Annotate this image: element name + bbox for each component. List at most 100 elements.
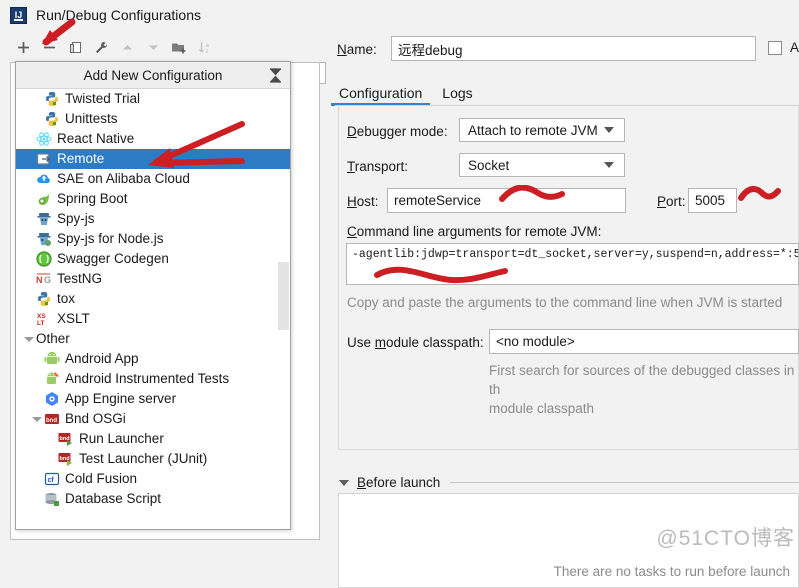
sort-alphabetically-icon[interactable]: az bbox=[192, 35, 218, 59]
transport-select[interactable]: Socket bbox=[459, 153, 625, 177]
chevron-down-icon[interactable] bbox=[339, 479, 349, 486]
svg-text:XS: XS bbox=[37, 313, 46, 320]
list-item-label: Android Instrumented Tests bbox=[65, 371, 230, 386]
add-configuration-button[interactable] bbox=[10, 35, 36, 59]
tree-twisty-spacer bbox=[44, 453, 57, 466]
android-icon bbox=[44, 351, 60, 367]
list-item[interactable]: Remote bbox=[16, 149, 290, 169]
command-line-textarea[interactable]: -agentlib:jdwp=transport=dt_socket,serve… bbox=[346, 243, 799, 285]
command-line-hint: Copy and paste the arguments to the comm… bbox=[347, 295, 783, 310]
svg-text:N: N bbox=[36, 275, 43, 285]
coldfusion-icon: cf bbox=[44, 471, 60, 487]
list-item[interactable]: Database Script bbox=[16, 489, 290, 509]
list-item-label: Swagger Codegen bbox=[57, 251, 169, 266]
host-input[interactable]: remoteService bbox=[387, 188, 626, 213]
tree-twisty-spacer bbox=[30, 113, 43, 126]
svg-text:z: z bbox=[205, 49, 208, 55]
list-item[interactable]: Spring Boot bbox=[16, 189, 290, 209]
cloud-icon bbox=[36, 171, 52, 187]
list-item[interactable]: tox bbox=[16, 289, 290, 309]
list-item-label: Android App bbox=[65, 351, 139, 366]
popup-header: Add New Configuration bbox=[16, 62, 290, 89]
list-item[interactable]: bnd Test Launcher (JUnit) bbox=[16, 449, 290, 469]
testng-icon: NG bbox=[36, 271, 52, 287]
list-item-label: Spy-js bbox=[57, 211, 95, 226]
before-launch-header[interactable]: Before launch bbox=[339, 475, 799, 490]
popup-scrollbar-thumb[interactable] bbox=[278, 262, 289, 330]
list-item[interactable]: Android App bbox=[16, 349, 290, 369]
remote-icon bbox=[36, 151, 52, 167]
tree-twisty-icon[interactable] bbox=[22, 333, 35, 346]
python-icon bbox=[44, 111, 60, 127]
intellij-idea-logo-icon bbox=[10, 6, 27, 24]
tab-logs[interactable]: Logs bbox=[438, 85, 476, 106]
list-item[interactable]: SAE on Alibaba Cloud bbox=[16, 169, 290, 189]
list-item[interactable]: React Native bbox=[16, 129, 290, 149]
list-item[interactable]: Spy-js for Node.js bbox=[16, 229, 290, 249]
move-down-arrow-icon[interactable] bbox=[140, 35, 166, 59]
tree-twisty-spacer bbox=[22, 133, 35, 146]
svg-text:cf: cf bbox=[48, 477, 55, 484]
remove-configuration-button[interactable] bbox=[36, 35, 62, 59]
spyjs-icon bbox=[36, 211, 52, 227]
list-item[interactable]: Unittests bbox=[16, 109, 290, 129]
module-classpath-select[interactable]: <no module> bbox=[489, 329, 799, 354]
copy-configuration-button[interactable] bbox=[62, 35, 88, 59]
checkbox-box[interactable] bbox=[768, 40, 782, 55]
allow-parallel-run-checkbox[interactable]: Allo bbox=[768, 40, 799, 55]
list-item[interactable]: Spy-js bbox=[16, 209, 290, 229]
expand-collapse-icon[interactable] bbox=[268, 67, 283, 84]
tree-twisty-spacer bbox=[30, 93, 43, 106]
xslt-icon: XS LT bbox=[36, 311, 52, 327]
list-item[interactable]: Twisted Trial bbox=[16, 89, 290, 109]
tree-twisty-spacer bbox=[30, 393, 43, 406]
name-input[interactable]: 远程debug bbox=[391, 36, 756, 61]
configurations-toolbar: az bbox=[10, 34, 218, 60]
module-classpath-label: Use module classpath: bbox=[347, 335, 484, 350]
move-up-arrow-icon[interactable] bbox=[114, 35, 140, 59]
list-item-label: Bnd OSGi bbox=[65, 411, 126, 426]
python-icon bbox=[36, 291, 52, 307]
new-folder-icon[interactable] bbox=[166, 35, 192, 59]
before-launch-divider bbox=[450, 482, 799, 483]
tree-twisty-spacer bbox=[22, 193, 35, 206]
list-item[interactable]: Other bbox=[16, 329, 290, 349]
popup-scrollbar[interactable] bbox=[278, 90, 289, 529]
debugger-mode-select[interactable]: Attach to remote JVM bbox=[459, 118, 625, 142]
list-item-label: Unittests bbox=[65, 111, 118, 126]
port-input[interactable]: 5005 bbox=[688, 188, 737, 213]
list-item[interactable]: Swagger Codegen bbox=[16, 249, 290, 269]
list-item[interactable]: bnd Run Launcher bbox=[16, 429, 290, 449]
list-item[interactable]: cf Cold Fusion bbox=[16, 469, 290, 489]
tree-twisty-icon[interactable] bbox=[30, 413, 43, 426]
transport-label: Transport: bbox=[347, 159, 409, 174]
tree-twisty-spacer bbox=[30, 473, 43, 486]
list-item[interactable]: XS LT XSLT bbox=[16, 309, 290, 329]
list-item-label: TestNG bbox=[57, 271, 103, 286]
configuration-type-list[interactable]: Twisted Trial Unittests React Native Remote… bbox=[16, 89, 290, 529]
react-icon bbox=[36, 131, 52, 147]
list-item-label: Test Launcher (JUnit) bbox=[79, 451, 208, 466]
tab-configuration[interactable]: Configuration bbox=[330, 85, 431, 106]
list-item[interactable]: bnd Bnd OSGi bbox=[16, 409, 290, 429]
spyjs-node-icon bbox=[36, 231, 52, 247]
port-label: Port: bbox=[657, 194, 686, 209]
list-item[interactable]: App Engine server bbox=[16, 389, 290, 409]
svg-text:G: G bbox=[44, 275, 51, 285]
add-new-configuration-popup: Add New Configuration Twisted Trial Unitt… bbox=[15, 61, 291, 530]
list-item[interactable]: N G TestNG bbox=[16, 269, 290, 289]
dialog-titlebar: Run/Debug Configurations bbox=[0, 0, 799, 30]
list-item-label: Spy-js for Node.js bbox=[57, 231, 164, 246]
edit-templates-wrench-icon[interactable] bbox=[88, 35, 114, 59]
tree-twisty-spacer bbox=[22, 293, 35, 306]
list-item-label: SAE on Alibaba Cloud bbox=[57, 171, 190, 186]
bnd-icon: bnd bbox=[44, 411, 60, 427]
configuration-form: Name: 远程debug Allo Configuration Logs De… bbox=[330, 30, 799, 588]
list-item-label: Cold Fusion bbox=[65, 471, 138, 486]
tree-twisty-spacer bbox=[22, 253, 35, 266]
tree-twisty-spacer bbox=[22, 153, 35, 166]
list-item[interactable]: Android Instrumented Tests bbox=[16, 369, 290, 389]
list-item-label: Spring Boot bbox=[57, 191, 128, 206]
spring-icon bbox=[36, 191, 52, 207]
transport-value: Socket bbox=[468, 157, 510, 173]
